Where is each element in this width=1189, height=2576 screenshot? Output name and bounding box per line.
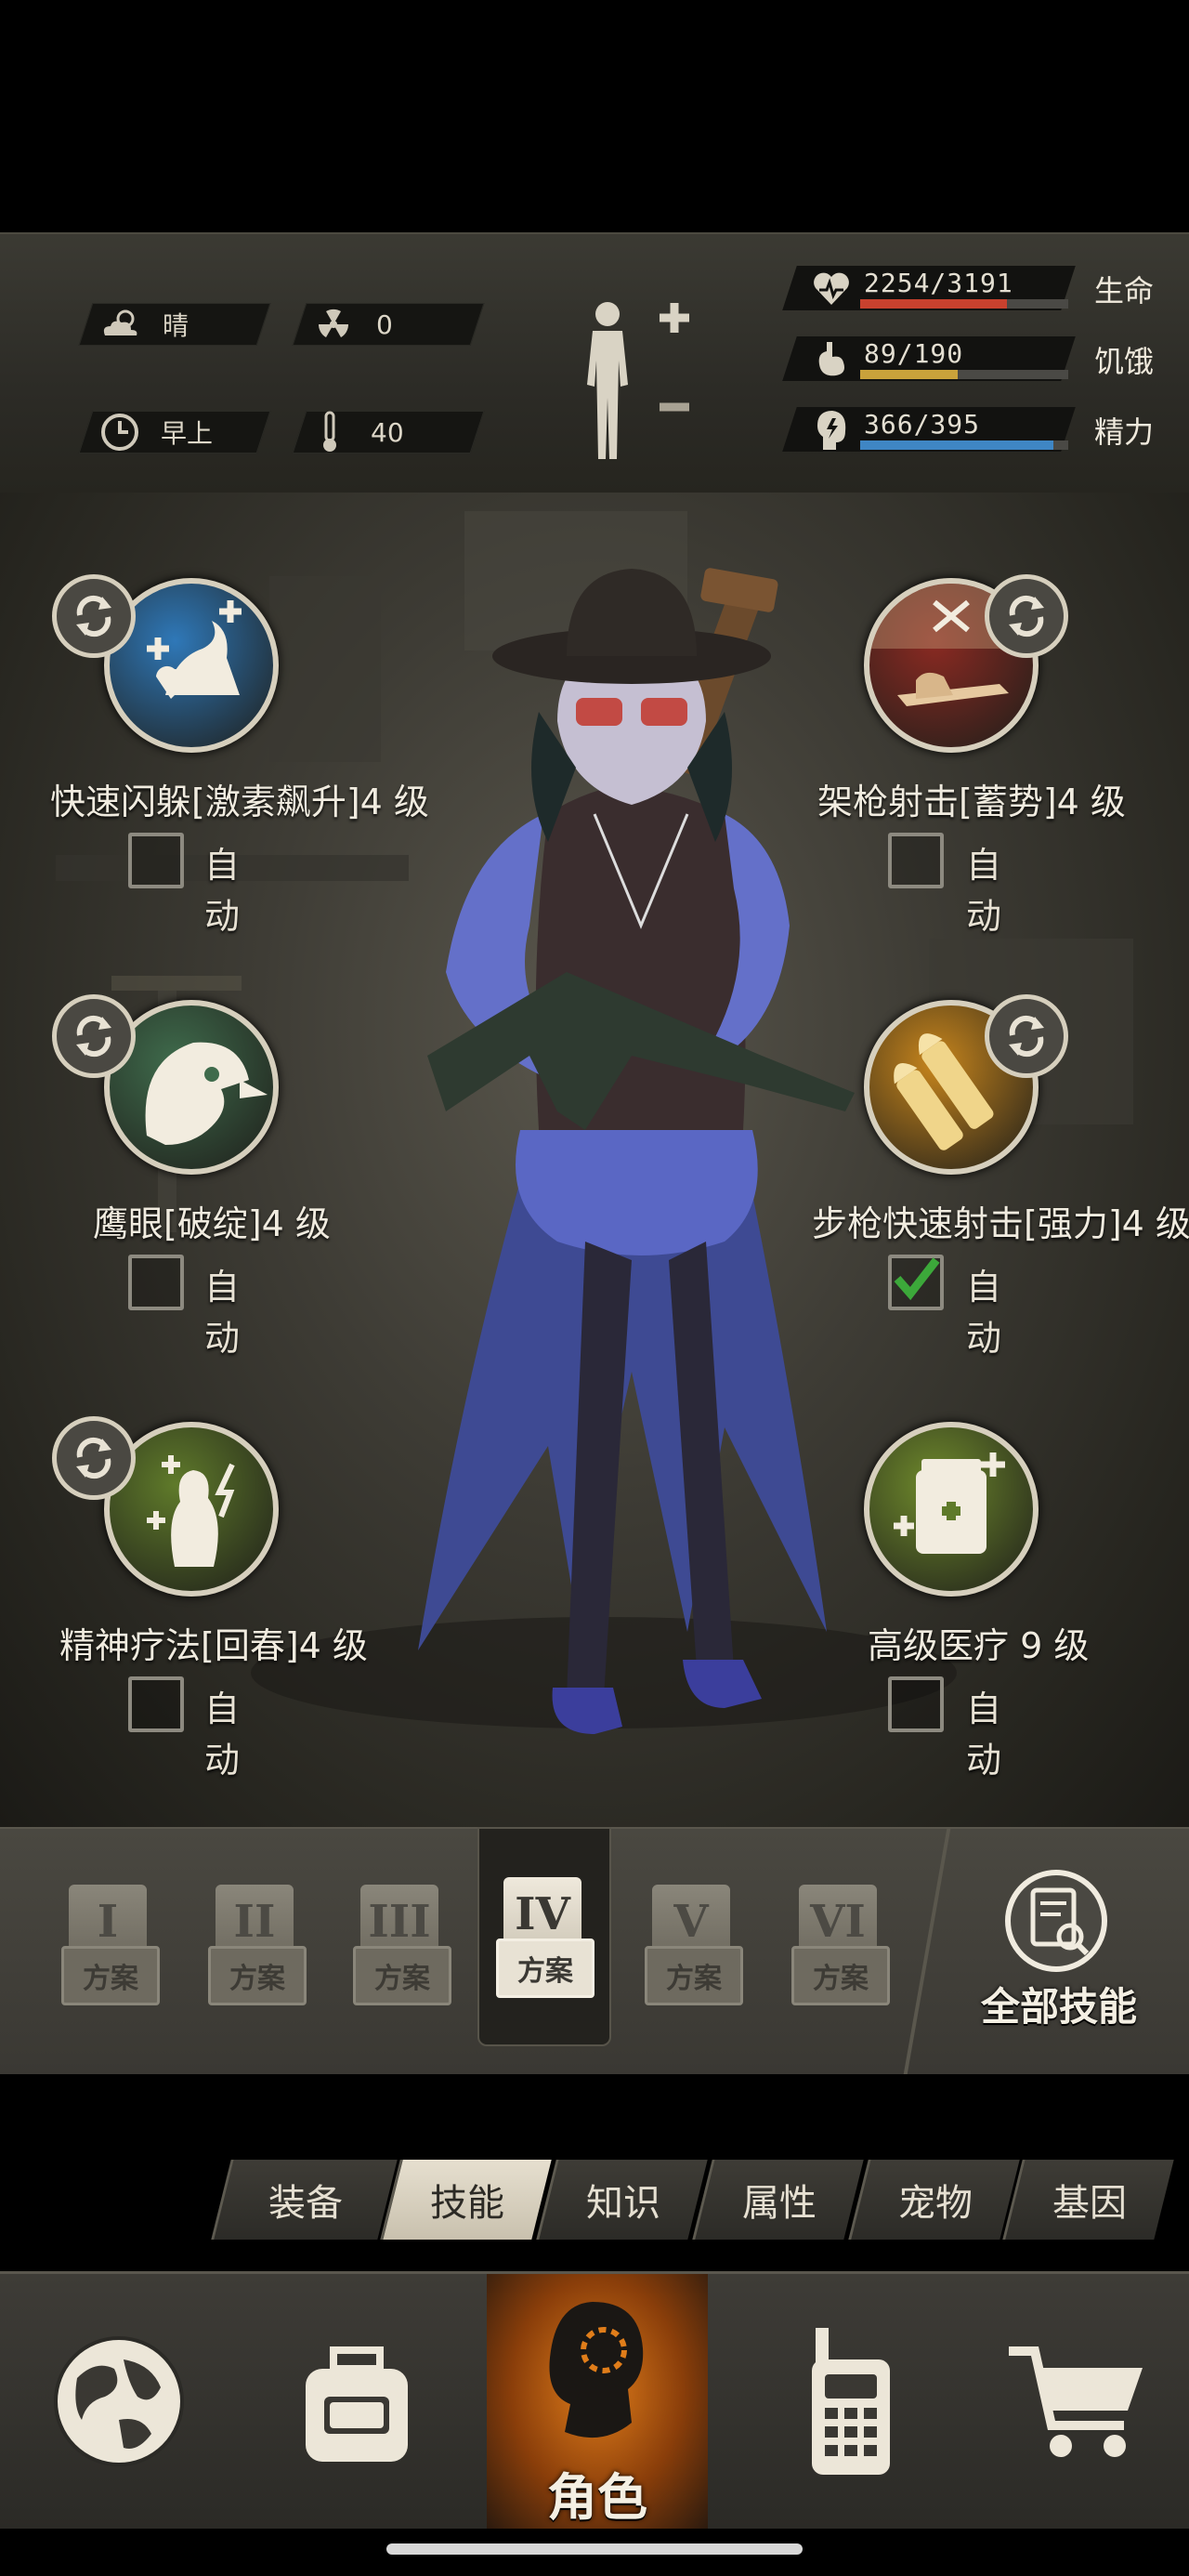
swap-skill-button[interactable]	[985, 574, 1068, 658]
auto-label: 自动	[966, 1689, 1002, 1781]
backpack-icon	[306, 2346, 408, 2462]
temperature-value: 40	[371, 416, 404, 448]
radiation-pill: 0	[292, 303, 485, 346]
nav-shop[interactable]	[966, 2274, 1189, 2529]
plan-4-button[interactable]: IV 方案	[496, 1877, 594, 2005]
body-status-icon[interactable]	[574, 296, 695, 463]
all-skills-label: 全部技能	[980, 1984, 1137, 2030]
tab-3[interactable]: 知识	[536, 2160, 708, 2240]
skill-name: 鹰眼[破绽]4 级	[93, 1203, 331, 1244]
auto-checkbox[interactable]	[128, 1676, 184, 1732]
swap-icon	[76, 1437, 111, 1479]
character-icon	[549, 2302, 644, 2438]
tab-1[interactable]: 装备	[211, 2160, 398, 2240]
weather-text: 晴	[163, 310, 189, 341]
auto-checkbox[interactable]	[888, 1255, 944, 1310]
all-skills-button[interactable]: 全部技能	[957, 1870, 1161, 2037]
plan-5-button[interactable]: V 方案	[645, 1885, 743, 2013]
tab-label: 装备	[268, 2182, 343, 2225]
brain-bolt-icon	[817, 411, 846, 450]
tab-label: 属性	[742, 2182, 817, 2225]
tab-label: 知识	[586, 2182, 660, 2225]
bottom-nav: 角色	[0, 2271, 1189, 2529]
cloud-sun-icon	[103, 309, 137, 335]
plan-label: 方案	[208, 1946, 307, 2005]
nav-character[interactable]: 角色	[487, 2274, 708, 2529]
plan-6-button[interactable]: VI 方案	[791, 1885, 890, 2013]
swap-icon	[1009, 595, 1044, 637]
health-label: 生命	[1094, 273, 1155, 309]
tab-label: 基因	[1052, 2182, 1127, 2225]
cart-icon	[1009, 2346, 1143, 2457]
auto-label: 自动	[966, 845, 1002, 937]
swap-skill-button[interactable]	[985, 994, 1068, 1078]
skills-search-icon	[1005, 1870, 1107, 1972]
auto-checkbox[interactable]	[888, 833, 944, 888]
skill-name: 快速闪躲[激素飙升]4 级	[50, 782, 429, 822]
tab-label: 技能	[430, 2182, 504, 2225]
character-scene: 快速闪躲[激素飙升]4 级自动 架枪射击[蓄势]4 级自动 鹰眼[破绽]4 级自…	[0, 493, 1189, 1827]
medkit-icon[interactable]	[864, 1422, 1039, 1597]
plan-2-button[interactable]: II 方案	[208, 1885, 307, 2013]
clock-icon	[101, 414, 138, 451]
auto-label: 自动	[966, 1267, 1002, 1359]
skill-name: 精神疗法[回春]4 级	[59, 1625, 368, 1666]
tab-label: 宠物	[898, 2182, 973, 2225]
plan-1-button[interactable]: I 方案	[61, 1885, 160, 2013]
energy-label: 精力	[1094, 414, 1155, 450]
nav-character-label: 角色	[547, 2468, 647, 2527]
auto-label: 自动	[204, 1689, 241, 1781]
time-text: 早上	[161, 418, 214, 449]
auto-checkbox[interactable]	[128, 833, 184, 888]
energy-stat: 366/395 精力	[782, 405, 1180, 453]
health-value: 2254/3191	[864, 268, 1013, 298]
tab-4[interactable]: 属性	[692, 2160, 864, 2240]
nav-world[interactable]	[0, 2274, 238, 2529]
radiation-icon	[318, 309, 349, 337]
plan-label: 方案	[496, 1939, 594, 1998]
thermometer-icon	[323, 411, 336, 452]
swap-skill-button[interactable]	[52, 1416, 136, 1500]
time-pill: 早上	[78, 411, 271, 453]
radio-icon	[812, 2328, 890, 2475]
auto-label: 自动	[204, 845, 241, 937]
tab-6[interactable]: 基因	[1002, 2160, 1174, 2240]
character-figure	[418, 568, 855, 1734]
weather-pill: 晴	[78, 303, 271, 346]
hunger-value: 89/190	[864, 338, 964, 369]
heart-icon	[814, 272, 849, 305]
plan-label: 方案	[645, 1946, 743, 2005]
plan-bar: I 方案 II 方案 III 方案 IV 方案 V 方案 VI 方案 全部技能	[0, 1827, 1189, 2074]
nav-radio[interactable]	[732, 2274, 970, 2529]
radiation-value: 0	[376, 309, 393, 340]
temperature-pill: 40	[292, 411, 485, 453]
checkmark-icon	[894, 1257, 940, 1301]
auto-label: 自动	[204, 1267, 241, 1359]
plan-label: 方案	[791, 1946, 890, 2005]
skill-name: 高级医疗 9 级	[868, 1625, 1090, 1666]
energy-value: 366/395	[864, 409, 981, 440]
plan-label: 方案	[61, 1946, 160, 2005]
tab-2[interactable]: 技能	[380, 2160, 552, 2240]
hunger-label: 饥饿	[1094, 344, 1155, 379]
skill-name: 架枪射击[蓄势]4 级	[817, 782, 1126, 822]
skill-name: 步枪快速射击[强力]4 级	[812, 1203, 1189, 1244]
globe-icon	[54, 2336, 184, 2466]
home-indicator[interactable]	[386, 2543, 803, 2555]
plan-3-button[interactable]: III 方案	[353, 1885, 451, 2013]
swap-skill-button[interactable]	[52, 994, 136, 1078]
swap-skill-button[interactable]	[52, 574, 136, 658]
health-stat: 2254/3191 生命	[782, 264, 1180, 312]
nav-backpack[interactable]	[238, 2274, 476, 2529]
status-panel: 晴 0 早上 40 2254/3191 生命 89/190 饥饿 366/395…	[0, 232, 1189, 495]
hunger-stat: 89/190 饥饿	[782, 335, 1180, 383]
stomach-icon	[818, 342, 844, 376]
swap-icon	[76, 595, 111, 637]
swap-icon	[76, 1015, 111, 1058]
tab-5[interactable]: 宠物	[848, 2160, 1020, 2240]
swap-icon	[1009, 1015, 1044, 1058]
plan-label: 方案	[353, 1946, 451, 2005]
auto-checkbox[interactable]	[888, 1676, 944, 1732]
auto-checkbox[interactable]	[128, 1255, 184, 1310]
